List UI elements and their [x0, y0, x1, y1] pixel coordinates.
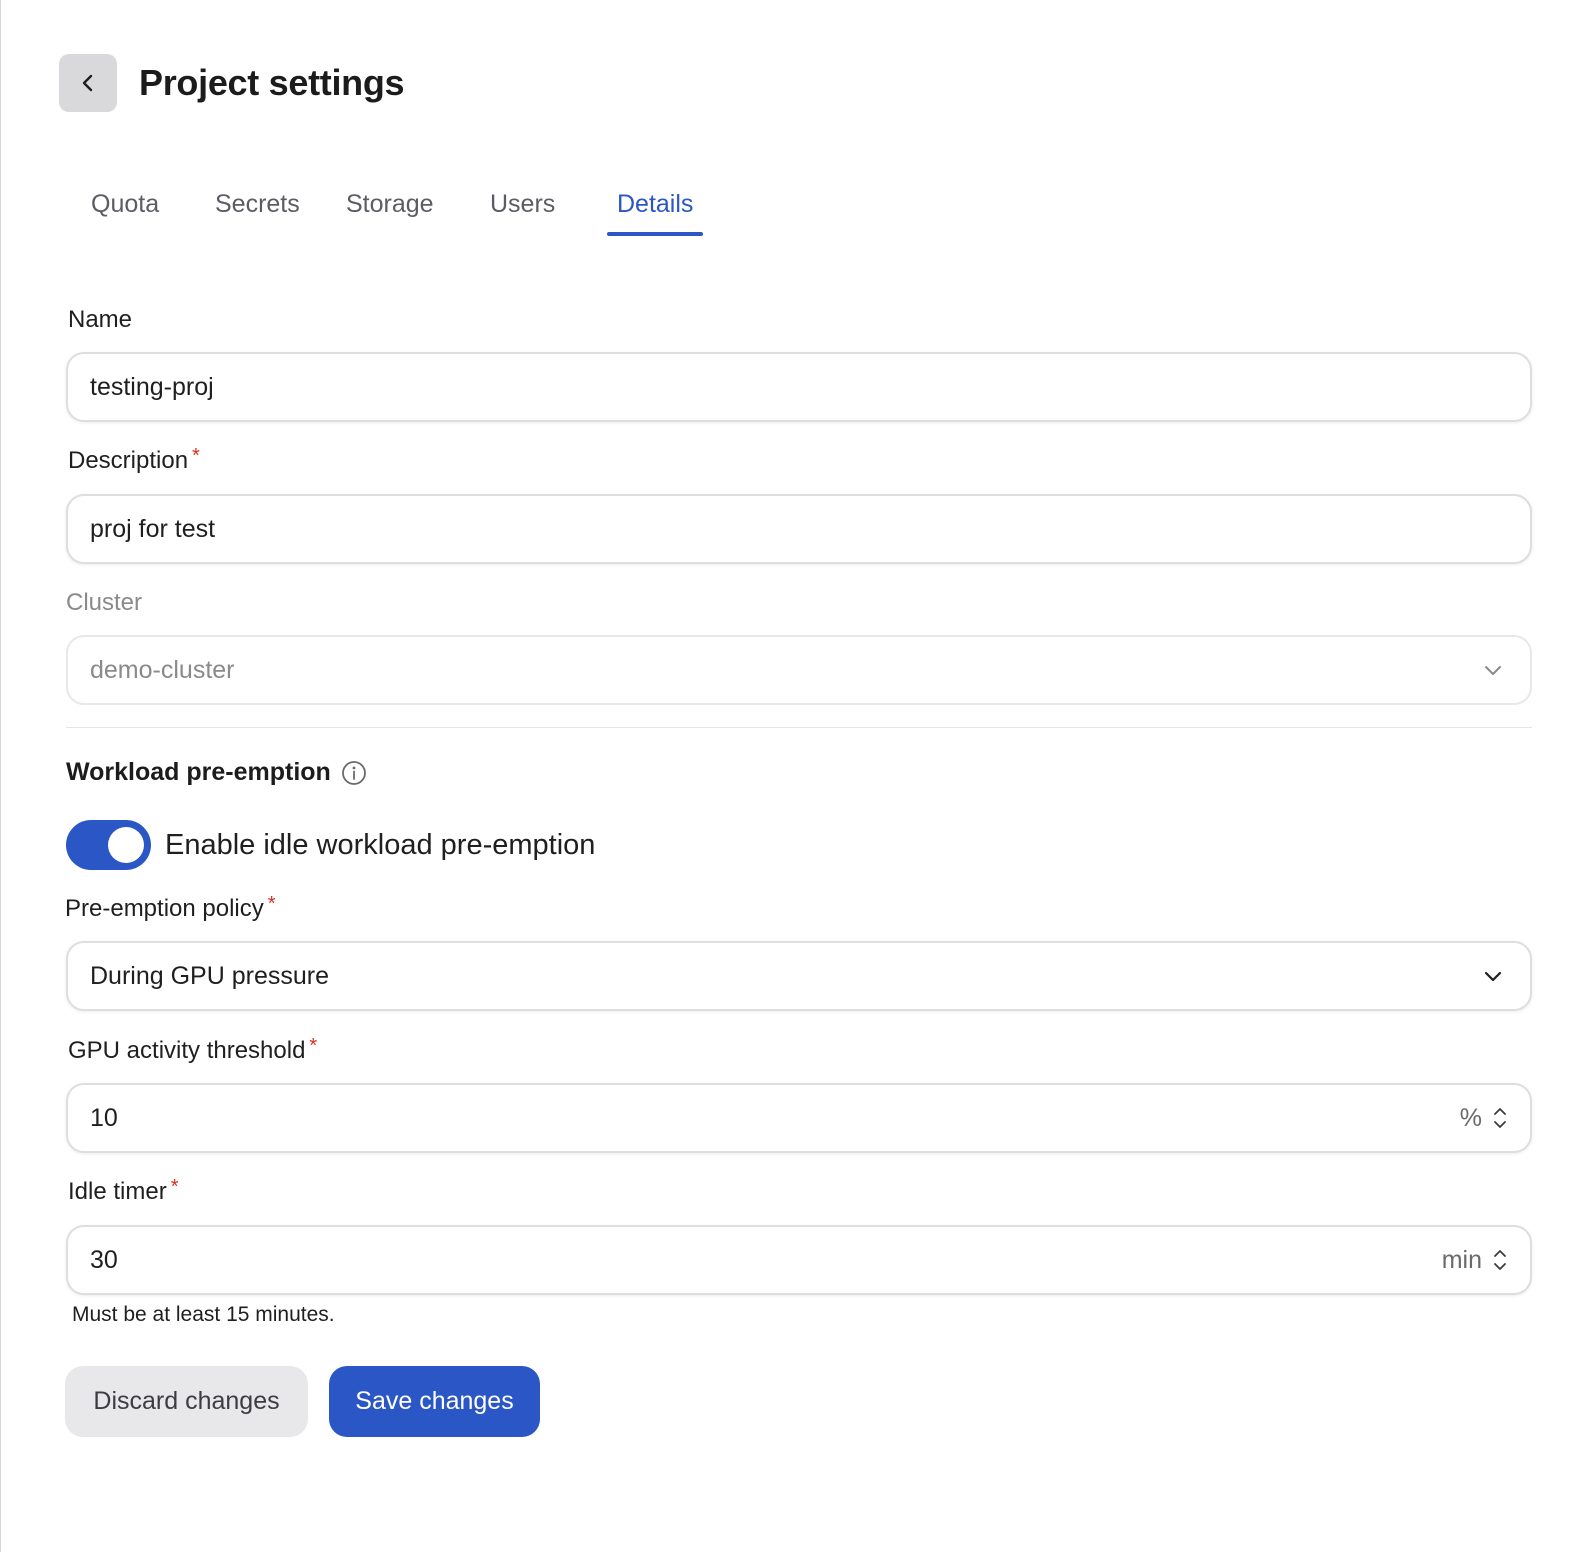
toggle-label: Enable idle workload pre-emption	[165, 828, 596, 861]
threshold-label-text: GPU activity threshold	[68, 1037, 306, 1064]
description-value: proj for test	[90, 514, 216, 543]
page-title: Project settings	[139, 62, 405, 103]
required-asterisk: *	[309, 1035, 318, 1057]
description-field[interactable]: proj for test	[66, 494, 1532, 564]
threshold-label: GPU activity threshold *	[68, 1035, 318, 1065]
idle-timer-label-text: Idle timer	[68, 1178, 167, 1205]
policy-label: Pre-emption policy *	[65, 893, 276, 923]
chevron-down-icon	[1484, 971, 1502, 982]
preemption-section-title: Workload pre-emption	[66, 758, 367, 787]
policy-select[interactable]: During GPU pressure	[66, 941, 1532, 1011]
idle-timer-unit: min	[1441, 1245, 1482, 1274]
tab-quota[interactable]: Quota	[91, 182, 159, 236]
policy-label-text: Pre-emption policy	[65, 895, 264, 922]
info-icon[interactable]	[341, 760, 367, 786]
chevron-up-icon[interactable]	[1492, 1247, 1508, 1259]
required-asterisk: *	[170, 1176, 179, 1198]
tab-secrets[interactable]: Secrets	[215, 182, 300, 236]
policy-value: During GPU pressure	[90, 961, 329, 990]
save-changes-button[interactable]: Save changes	[329, 1366, 540, 1437]
tab-details[interactable]: Details	[606, 182, 704, 236]
cluster-value: demo-cluster	[90, 655, 235, 684]
chevron-left-icon	[82, 74, 93, 92]
chevron-down-icon[interactable]	[1492, 1119, 1508, 1131]
required-asterisk: *	[192, 445, 200, 467]
back-button[interactable]	[59, 54, 117, 112]
idle-timer-helper-text: Must be at least 15 minutes.	[72, 1303, 335, 1326]
description-label: Description *	[68, 445, 200, 475]
required-asterisk: *	[267, 893, 276, 915]
idle-timer-stepper[interactable]	[1492, 1247, 1508, 1273]
cluster-select: demo-cluster	[66, 635, 1532, 705]
page-header: Project settings	[59, 54, 405, 112]
threshold-value: 10	[90, 1103, 118, 1132]
preemption-toggle[interactable]	[66, 820, 151, 870]
toggle-knob	[108, 827, 144, 863]
name-value: testing-proj	[90, 372, 214, 401]
threshold-input[interactable]: 10 %	[66, 1083, 1532, 1153]
description-label-text: Description	[68, 447, 189, 474]
idle-timer-label: Idle timer *	[68, 1176, 179, 1206]
tab-users[interactable]: Users	[490, 182, 555, 236]
tab-storage[interactable]: Storage	[346, 182, 434, 236]
preemption-title-text: Workload pre-emption	[66, 758, 331, 786]
threshold-stepper[interactable]	[1492, 1105, 1508, 1131]
chevron-down-icon	[1485, 666, 1501, 675]
threshold-unit: %	[1459, 1103, 1482, 1132]
window-edge	[0, 0, 1, 1552]
name-field[interactable]: testing-proj	[66, 352, 1532, 422]
section-divider	[66, 727, 1532, 728]
chevron-up-icon[interactable]	[1492, 1105, 1508, 1117]
idle-timer-value: 30	[90, 1245, 118, 1274]
preemption-toggle-row: Enable idle workload pre-emption	[66, 820, 595, 870]
discard-changes-button[interactable]: Discard changes	[65, 1366, 308, 1437]
name-label: Name	[68, 306, 133, 333]
idle-timer-input[interactable]: 30 min	[66, 1225, 1532, 1295]
cluster-label: Cluster	[66, 589, 143, 616]
chevron-down-icon[interactable]	[1492, 1261, 1508, 1273]
